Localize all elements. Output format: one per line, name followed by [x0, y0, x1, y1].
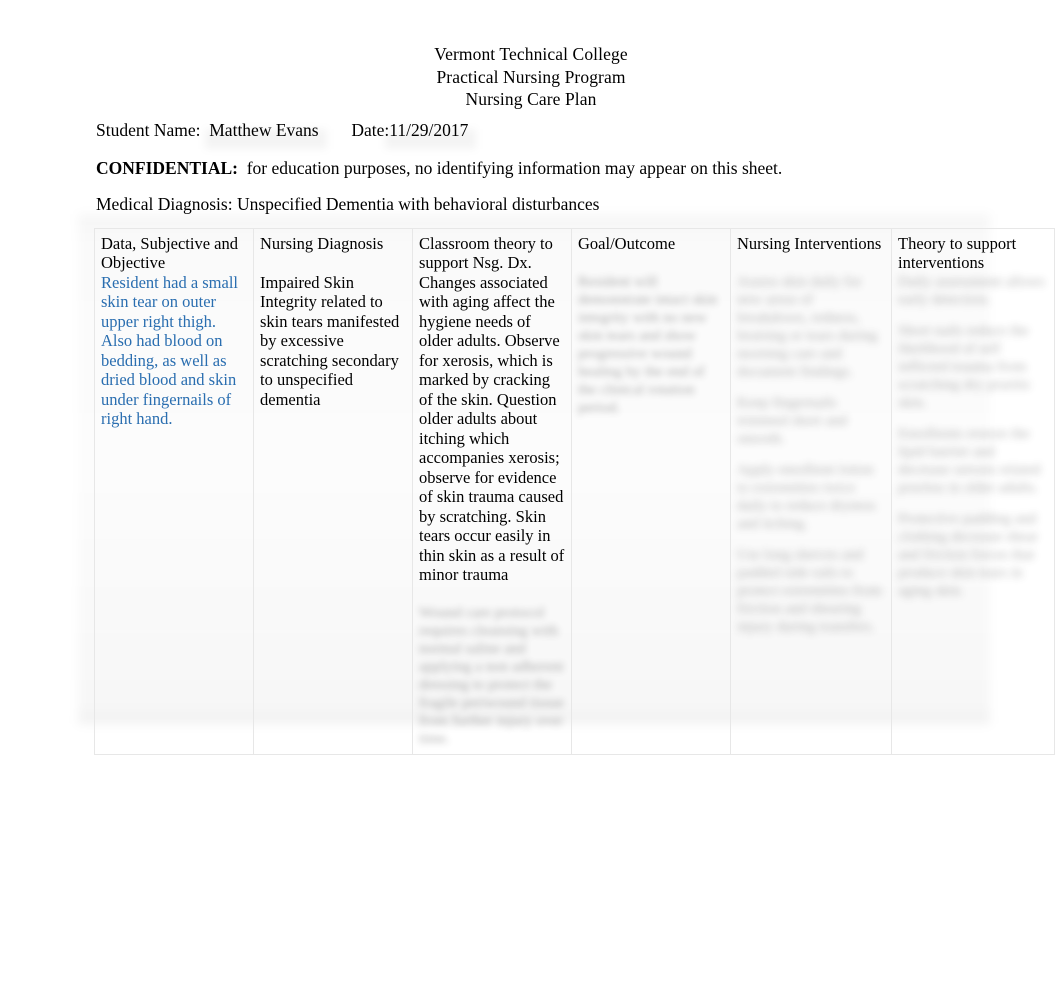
column-header-theory-support: Theory to support interventions: [891, 227, 1055, 273]
confidential-text: for education purposes, no identifying i…: [246, 158, 783, 178]
student-name-label: Student Name:: [96, 120, 201, 140]
classroom-theory-redacted-block: Wound care protocol requires cleansing w…: [419, 605, 564, 748]
theory-support-redacted-block: Daily assessment allows early detection.…: [898, 273, 1045, 599]
cell-spacer: [419, 584, 565, 604]
goal-outcome-redacted-block: Resident will demonstrate intact skin in…: [578, 273, 718, 416]
date-label: Date:: [351, 120, 390, 140]
classroom-theory-text: Changes associated with aging affect the…: [419, 272, 565, 584]
cell-classroom-theory[interactable]: Changes associated with aging affect the…: [412, 272, 572, 756]
table-header-row: Data, Subjective and Objective Nursing D…: [94, 227, 1055, 273]
cell-data-subjective-objective[interactable]: Resident had a small skin tear on outer …: [94, 272, 254, 756]
confidential-notice: CONFIDENTIAL: for education purposes, no…: [96, 158, 782, 179]
nursing-care-plan-table: Data, Subjective and Objective Nursing D…: [94, 227, 1055, 756]
column-header-classroom-theory: Classroom theory to support Nsg. Dx.: [412, 227, 572, 273]
cell-theory-support[interactable]: Daily assessment allows early detection.…: [891, 272, 1055, 756]
nursing-diagnosis-text: Impaired Skin Integrity related to skin …: [260, 272, 400, 409]
table-body-row: Resident had a small skin tear on outer …: [94, 272, 1055, 756]
institution-name: Vermont Technical College: [434, 44, 628, 64]
data-subjective-objective-text: Resident had a small skin tear on outer …: [101, 272, 239, 429]
column-header-data: Data, Subjective and Objective: [94, 227, 254, 273]
document-page: Vermont Technical College Practical Nurs…: [0, 0, 1062, 1001]
column-header-goal-outcome: Goal/Outcome: [571, 227, 731, 273]
confidential-label: CONFIDENTIAL:: [96, 158, 238, 178]
document-header: Vermont Technical College Practical Nurs…: [0, 44, 1062, 110]
column-header-nursing-interventions: Nursing Interventions: [730, 227, 892, 273]
column-header-nursing-diagnosis: Nursing Diagnosis: [253, 227, 413, 273]
nursing-interventions-redacted-block: Assess skin daily for new areas of break…: [737, 273, 882, 635]
student-name-value: Matthew Evans: [209, 120, 319, 140]
cell-goal-outcome[interactable]: Resident will demonstrate intact skin in…: [571, 272, 731, 756]
date-value: 11/29/2017: [389, 120, 469, 140]
program-name: Practical Nursing Program: [436, 67, 626, 88]
form-title: Nursing Care Plan: [465, 88, 597, 109]
cell-nursing-diagnosis[interactable]: Impaired Skin Integrity related to skin …: [253, 272, 413, 756]
medical-diagnosis-line: Medical Diagnosis: Unspecified Dementia …: [96, 194, 600, 214]
student-info-line: Student Name: Matthew Evans Date:11/29/2…: [96, 120, 468, 141]
cell-nursing-interventions[interactable]: Assess skin daily for new areas of break…: [730, 272, 892, 756]
